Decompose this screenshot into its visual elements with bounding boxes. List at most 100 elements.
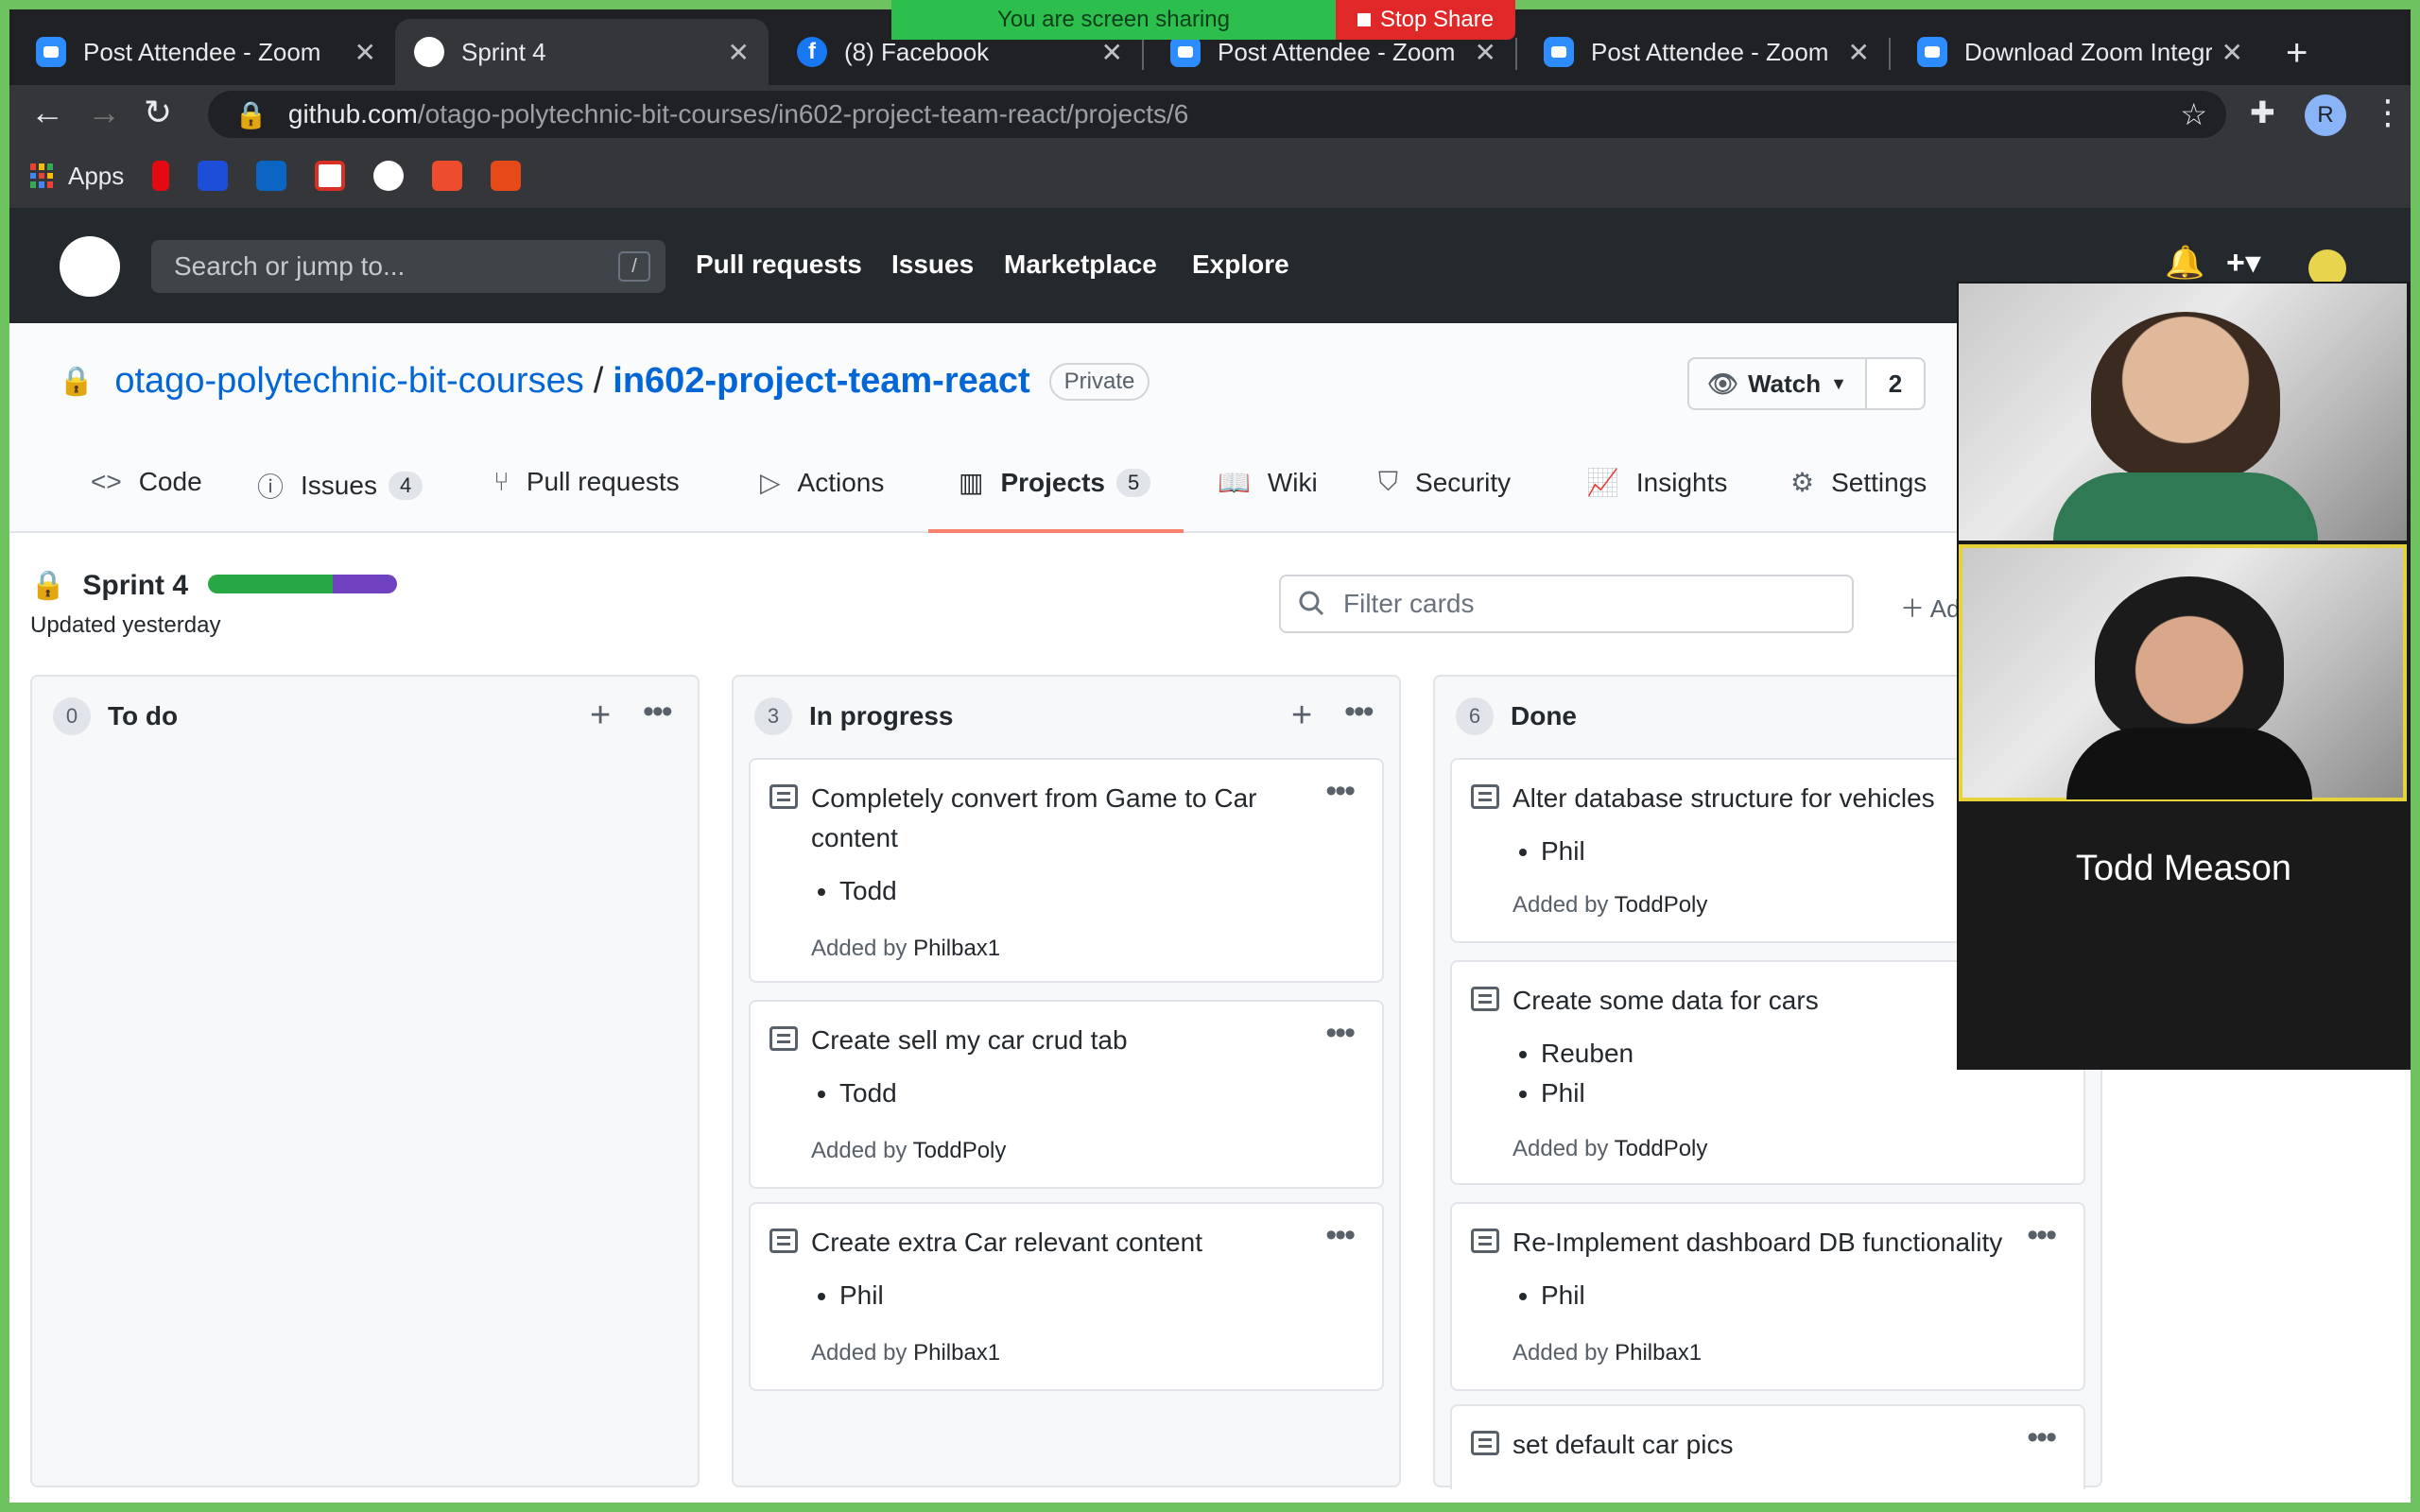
search-input[interactable]: Search or jump to... / [151, 240, 666, 293]
filter-cards-input[interactable]: Filter cards [1279, 575, 1854, 633]
note-icon [769, 1228, 798, 1253]
add-card-icon[interactable]: + [1291, 696, 1312, 736]
nav-explore[interactable]: Explore [1192, 249, 1289, 280]
card-menu-icon[interactable]: ••• [1325, 773, 1356, 810]
column-menu-icon[interactable]: ••• [643, 694, 673, 730]
zoom-icon [1544, 37, 1574, 67]
create-new-icon[interactable]: +▾ [2226, 244, 2261, 282]
netflix-icon[interactable] [152, 161, 170, 191]
repo-title: 🔒 otago-polytechnic-bit-courses / in602-… [59, 361, 1150, 402]
gmail-icon[interactable] [315, 161, 346, 191]
tab-actions[interactable]: ▷ Actions [760, 467, 884, 498]
tab-title: Sprint 4 [461, 37, 546, 66]
added-by-user[interactable]: Philbax1 [913, 936, 1000, 961]
browser-tab[interactable]: Post Attendee - Zoom ✕ [1525, 19, 1889, 85]
lock-icon: 🔒 [234, 99, 268, 129]
reload-icon[interactable]: ↻ [144, 93, 172, 132]
repo-owner-link[interactable]: otago-polytechnic-bit-courses [114, 361, 583, 402]
close-icon[interactable]: ✕ [1475, 37, 1496, 68]
tab-label: Actions [797, 467, 885, 497]
browser-tab[interactable]: Download Zoom Integra ✕ [1898, 19, 2262, 85]
github-icon[interactable] [373, 161, 405, 191]
close-icon[interactable]: ✕ [2221, 37, 2243, 68]
column-menu-icon[interactable]: ••• [1344, 694, 1374, 730]
project-card[interactable]: Completely convert from Game to Car cont… [749, 758, 1384, 983]
project-card[interactable]: Re-Implement dashboard DB functionality … [1450, 1202, 2085, 1391]
repo-name-link[interactable]: in602-project-team-react [613, 361, 1029, 402]
close-icon[interactable]: ✕ [354, 37, 376, 68]
tab-projects[interactable]: ▥ Projects 5 [959, 467, 1151, 498]
back-icon[interactable]: ← [30, 93, 64, 132]
zoom-icon [1170, 37, 1201, 67]
tab-separator [1889, 38, 1891, 70]
note-icon [769, 784, 798, 809]
tab-label: Security [1415, 467, 1512, 497]
tab-title: Post Attendee - Zoom [83, 37, 321, 66]
column-todo: 0 To do + ••• [30, 675, 700, 1487]
project-card[interactable]: set default car pics ••• [1450, 1404, 2085, 1489]
zoom-icon [36, 37, 66, 67]
extensions-icon[interactable]: ✚ [2250, 94, 2275, 130]
watch-button[interactable]: 👁 Watch ▼ [1687, 357, 1867, 410]
card-added-by: Added by Philbax1 [811, 936, 1000, 962]
card-added-by: Added by Philbax1 [811, 1340, 1000, 1366]
github-logo-icon[interactable] [60, 236, 120, 297]
bookmark-icon[interactable] [491, 161, 522, 191]
tab-issues[interactable]: ⓘ Issues 4 [257, 467, 424, 505]
card-menu-icon[interactable]: ••• [1325, 1217, 1356, 1254]
new-tab-button[interactable]: + [2286, 32, 2308, 75]
tab-pull-requests[interactable]: ⑂ Pull requests [493, 467, 680, 497]
project-card[interactable]: Create extra Car relevant content ••• Ph… [749, 1202, 1384, 1391]
bell-icon[interactable]: 🔔 [2165, 244, 2204, 282]
project-card[interactable]: Create sell my car crud tab ••• Todd Add… [749, 1000, 1384, 1189]
tab-insights[interactable]: 📈 Insights [1586, 467, 1727, 498]
added-by-user[interactable]: ToddPoly [1615, 892, 1708, 918]
added-by-user[interactable]: ToddPoly [913, 1138, 1007, 1163]
filter-placeholder: Filter cards [1343, 589, 1475, 618]
card-menu-icon[interactable]: ••• [1325, 1015, 1356, 1052]
tab-code[interactable]: <> Code [91, 467, 202, 497]
card-menu-icon[interactable]: ••• [2027, 1419, 2057, 1456]
apps-bookmark[interactable]: Apps [30, 162, 124, 191]
forward-icon[interactable]: → [87, 93, 121, 132]
added-by-user[interactable]: Philbax1 [1615, 1340, 1702, 1366]
close-icon[interactable]: ✕ [1101, 37, 1123, 68]
tab-title: Post Attendee - Zoom [1218, 37, 1456, 66]
tab-security[interactable]: ⛉ Security [1378, 467, 1511, 498]
address-bar[interactable]: 🔒 github.com/otago-polytechnic-bit-cours… [208, 91, 2226, 138]
tab-wiki[interactable]: 📖 Wiki [1218, 467, 1318, 498]
graph-icon: 📈 [1586, 468, 1619, 497]
bookmark-icon[interactable] [432, 161, 463, 191]
search-placeholder: Search or jump to... [174, 251, 406, 281]
close-icon[interactable]: ✕ [728, 37, 750, 68]
nav-pull-requests[interactable]: Pull requests [696, 249, 862, 280]
add-cards-button[interactable]: ＋ Ad [1900, 590, 1961, 625]
added-by-user[interactable]: ToddPoly [1615, 1136, 1708, 1161]
profile-avatar[interactable]: R [2305, 94, 2346, 136]
visibility-badge: Private [1048, 362, 1150, 401]
nav-issues[interactable]: Issues [891, 249, 974, 280]
stop-share-button[interactable]: Stop Share [1336, 0, 1515, 40]
tab-label: Issues [301, 471, 377, 500]
card-title: Create some data for cars [1512, 986, 1819, 1015]
search-shortcut-key: / [618, 251, 650, 282]
bookmark-icon[interactable] [198, 161, 229, 191]
close-icon[interactable]: ✕ [1848, 37, 1870, 68]
outlook-icon[interactable] [256, 161, 287, 191]
added-by-prefix: Added by [1512, 1340, 1609, 1366]
bookmark-star-icon[interactable]: ☆ [2180, 96, 2207, 132]
assignee: Todd [839, 871, 897, 911]
add-card-icon[interactable]: + [590, 696, 611, 736]
browser-tab[interactable]: Post Attendee - Zoom ✕ [17, 19, 395, 85]
tab-settings[interactable]: ⚙ Settings [1790, 467, 1927, 498]
card-menu-icon[interactable]: ••• [2027, 1217, 2057, 1254]
nav-marketplace[interactable]: Marketplace [1004, 249, 1157, 280]
card-assignees: Reuben Phil [1541, 1034, 1634, 1113]
watch-count[interactable]: 2 [1865, 357, 1926, 410]
added-by-user[interactable]: Philbax1 [913, 1340, 1000, 1366]
screen-share-banner: You are screen sharing Stop Share [891, 0, 1515, 40]
project-title: 🔒 Sprint 4 [30, 569, 188, 602]
browser-tab-active[interactable]: Sprint 4 ✕ [395, 19, 769, 85]
menu-icon[interactable]: ⋮ [2371, 93, 2405, 132]
search-icon [1299, 591, 1324, 616]
